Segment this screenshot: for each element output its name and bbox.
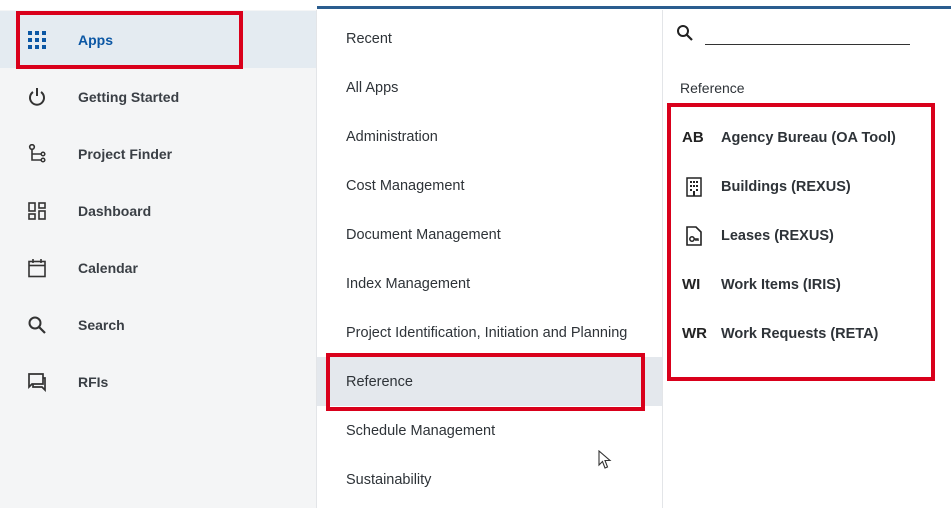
nav-item-label: RFIs xyxy=(78,373,109,390)
building-icon xyxy=(686,176,702,197)
app-label: Buildings (REXUS) xyxy=(721,178,851,195)
nav-item-label: Getting Started xyxy=(78,88,180,105)
mouse-cursor-icon xyxy=(598,450,612,469)
category-item-project-identification[interactable]: Project Identification, Initiation and P… xyxy=(317,308,662,357)
app-label: Leases (REXUS) xyxy=(721,227,834,244)
nav-item-label: Project Finder xyxy=(78,145,173,162)
category-label: Administration xyxy=(346,128,438,145)
nav-item-label: Calendar xyxy=(78,259,138,276)
category-item-document-management[interactable]: Document Management xyxy=(317,210,662,259)
nav-item-label: Dashboard xyxy=(78,202,152,219)
lease-document-icon xyxy=(686,225,702,246)
app-item-buildings[interactable]: Buildings (REXUS) xyxy=(663,162,951,211)
section-title: Reference xyxy=(680,80,745,96)
app-item-leases[interactable]: Leases (REXUS) xyxy=(663,211,951,260)
category-item-index-management[interactable]: Index Management xyxy=(317,259,662,308)
search-icon xyxy=(28,316,46,334)
category-item-administration[interactable]: Administration xyxy=(317,112,662,161)
category-label: Recent xyxy=(346,30,392,47)
category-list: Recent All Apps Administration Cost Mana… xyxy=(317,10,663,508)
category-label: Cost Management xyxy=(346,177,465,194)
dashboard-icon xyxy=(28,202,46,220)
category-label: Sustainability xyxy=(346,471,432,488)
nav-item-apps[interactable]: Apps xyxy=(0,11,316,68)
nav-item-label: Apps xyxy=(78,31,113,48)
apps-grid-icon xyxy=(28,31,46,49)
app-results-panel: Reference AB Agency Bureau (OA Tool) Bui… xyxy=(663,10,951,508)
top-accent-line xyxy=(317,6,951,9)
nav-item-label: Search xyxy=(78,316,125,333)
category-label: Project Identification, Initiation and P… xyxy=(346,324,628,341)
category-label: Index Management xyxy=(346,275,471,292)
nav-item-dashboard[interactable]: Dashboard xyxy=(0,182,316,239)
category-item-all-apps[interactable]: All Apps xyxy=(317,63,662,112)
tree-icon xyxy=(28,144,46,163)
category-label: All Apps xyxy=(346,79,399,96)
power-icon xyxy=(29,88,45,106)
main-navigation: Apps Getting Started Project Finder Dash… xyxy=(0,10,317,508)
category-label: Document Management xyxy=(346,226,501,243)
nav-item-calendar[interactable]: Calendar xyxy=(0,239,316,296)
app-search-input[interactable] xyxy=(705,22,910,45)
nav-item-project-finder[interactable]: Project Finder xyxy=(0,125,316,182)
rfi-icon xyxy=(28,373,46,392)
app-label: Agency Bureau (OA Tool) xyxy=(721,129,896,146)
category-label: Schedule Management xyxy=(346,422,496,439)
app-item-work-requests[interactable]: WR Work Requests (RETA) xyxy=(663,309,951,358)
category-item-schedule-management[interactable]: Schedule Management xyxy=(317,406,662,455)
category-item-cost-management[interactable]: Cost Management xyxy=(317,161,662,210)
app-item-agency-bureau[interactable]: AB Agency Bureau (OA Tool) xyxy=(663,113,951,162)
search-icon xyxy=(677,25,693,41)
app-abbreviation: WI xyxy=(682,276,701,293)
app-label: Work Requests (RETA) xyxy=(721,325,879,342)
app-abbreviation: AB xyxy=(682,129,704,146)
nav-item-getting-started[interactable]: Getting Started xyxy=(0,68,316,125)
app-item-work-items[interactable]: WI Work Items (IRIS) xyxy=(663,260,951,309)
app-abbreviation: WR xyxy=(682,325,707,342)
nav-item-rfis[interactable]: RFIs xyxy=(0,353,316,410)
category-item-reference[interactable]: Reference xyxy=(317,357,662,406)
nav-item-search[interactable]: Search xyxy=(0,296,316,353)
app-label: Work Items (IRIS) xyxy=(721,276,841,293)
category-label: Reference xyxy=(346,373,413,390)
calendar-icon xyxy=(28,259,46,278)
category-item-recent[interactable]: Recent xyxy=(317,14,662,63)
